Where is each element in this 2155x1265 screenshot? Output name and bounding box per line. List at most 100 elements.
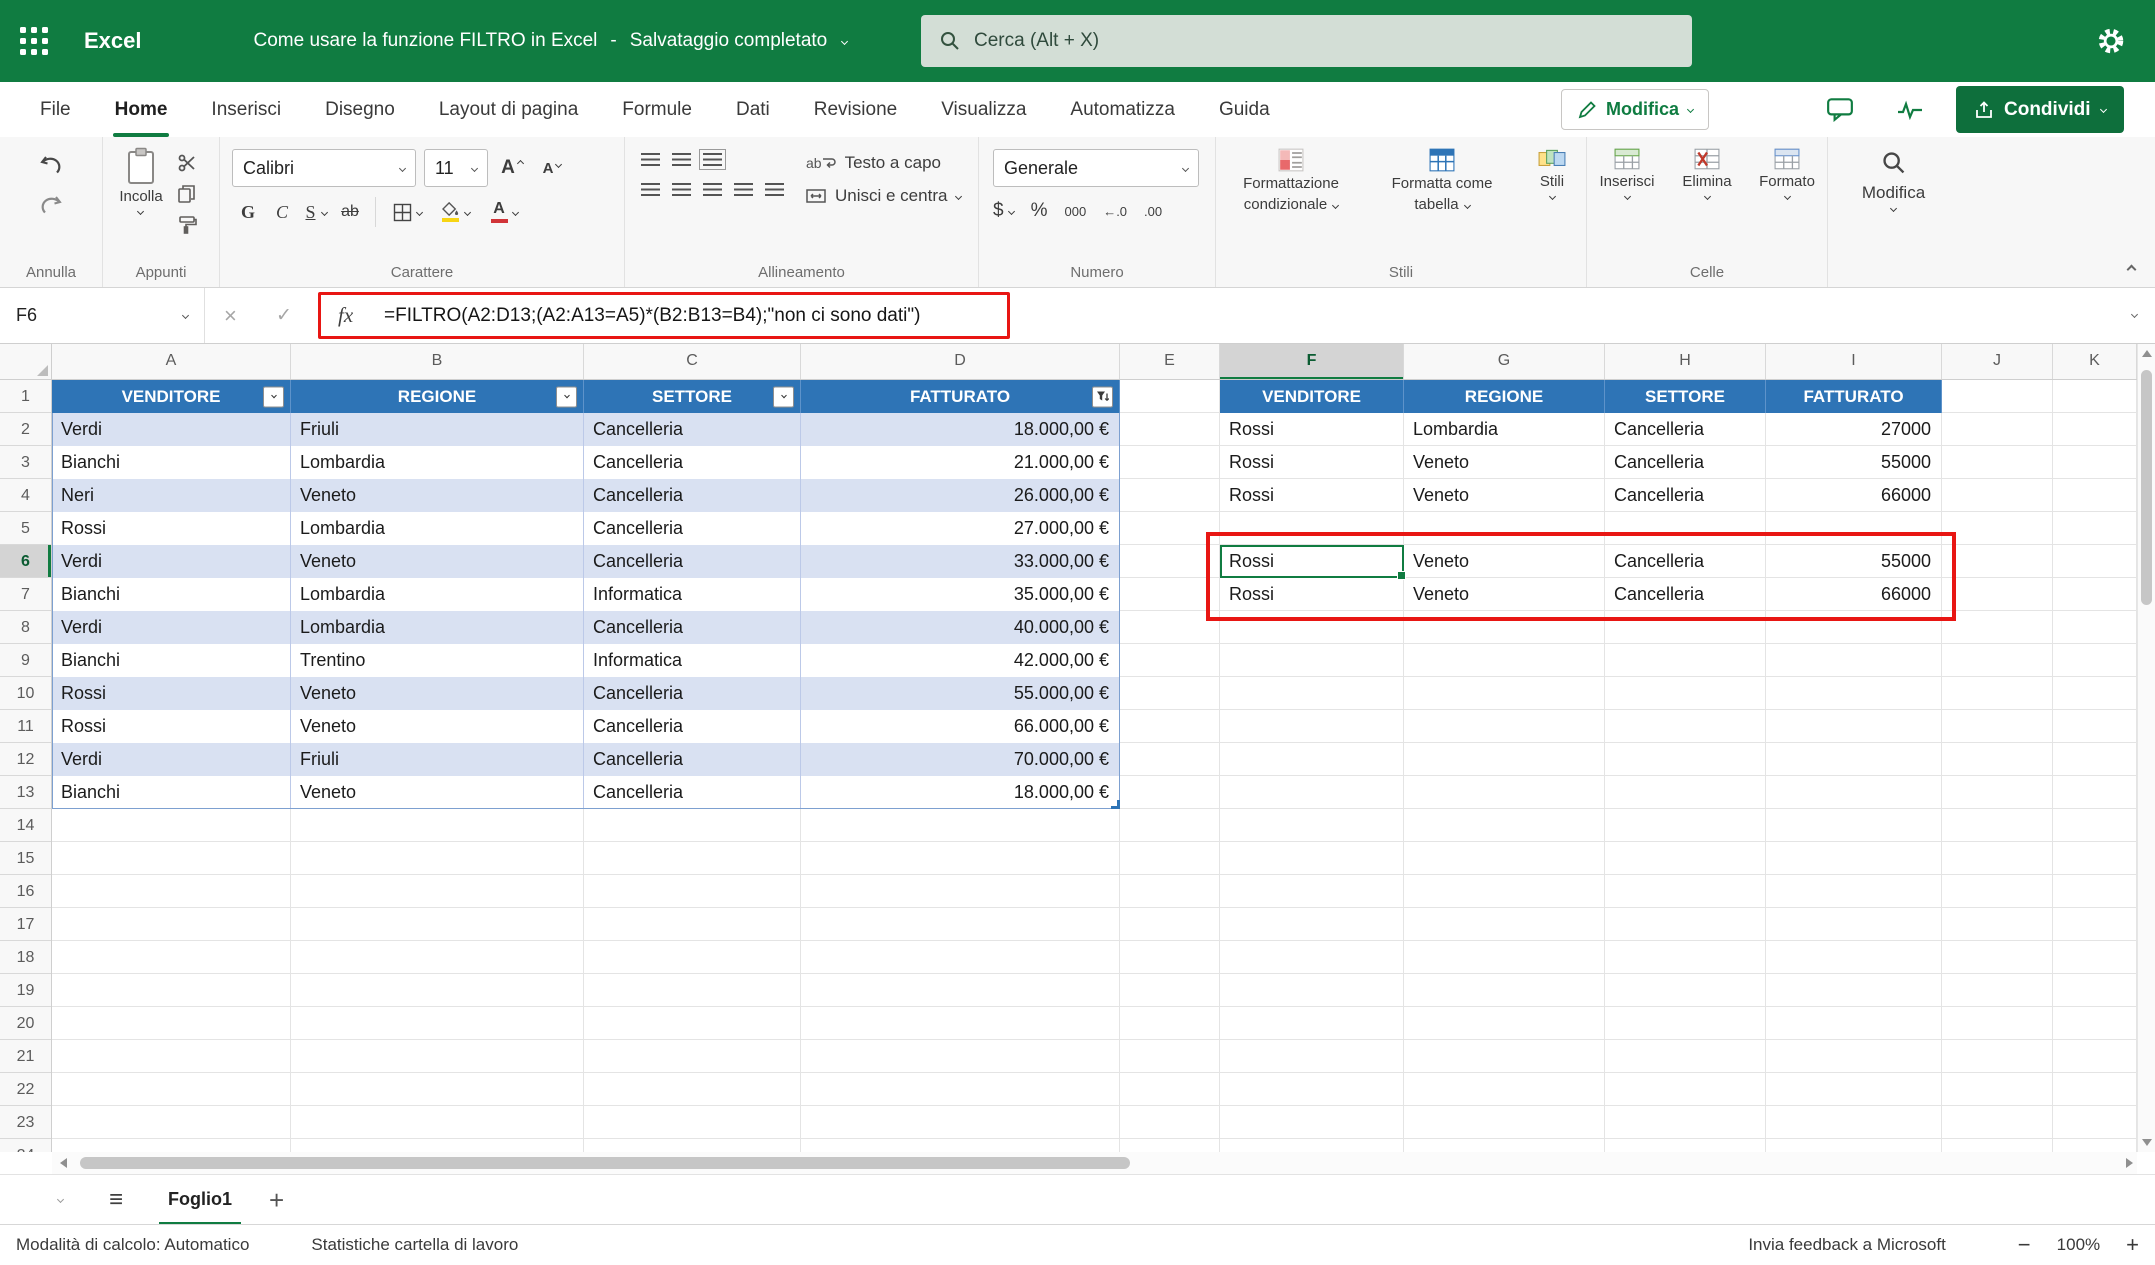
tab-visualizza[interactable]: Visualizza: [941, 82, 1026, 137]
currency-format-icon[interactable]: $: [993, 200, 1014, 222]
cell[interactable]: Neri: [52, 479, 291, 512]
cell[interactable]: Bianchi: [52, 776, 291, 809]
cell[interactable]: 21.000,00 €: [801, 446, 1120, 479]
editing-group-button[interactable]: Modifica: [1844, 150, 1944, 211]
cell[interactable]: Rossi: [52, 512, 291, 545]
filter-dropdown-icon[interactable]: [773, 386, 794, 407]
cell[interactable]: Verdi: [52, 743, 291, 776]
cell[interactable]: Cancelleria: [584, 479, 801, 512]
cell[interactable]: Lombardia: [1404, 413, 1605, 446]
tab-inserisci[interactable]: Inserisci: [211, 82, 281, 137]
cut-icon[interactable]: [171, 151, 203, 175]
cell[interactable]: Cancelleria: [584, 545, 801, 578]
column-header-I[interactable]: I: [1766, 344, 1942, 380]
activity-icon[interactable]: [1896, 100, 1924, 120]
row-header-14[interactable]: 14: [0, 809, 51, 842]
cell[interactable]: Bianchi: [52, 644, 291, 677]
row-header-8[interactable]: 8: [0, 611, 51, 644]
cell[interactable]: 18.000,00 €: [801, 776, 1120, 809]
align-center-icon[interactable]: [672, 183, 691, 196]
cell[interactable]: Rossi: [52, 710, 291, 743]
comma-format-icon[interactable]: 000: [1064, 204, 1086, 219]
cell[interactable]: Veneto: [291, 710, 584, 743]
increase-decimal-icon[interactable]: .00: [1144, 204, 1162, 219]
cell[interactable]: 66.000,00 €: [801, 710, 1120, 743]
row-header-24[interactable]: 24: [0, 1139, 51, 1152]
horizontal-scroll-thumb[interactable]: [80, 1157, 1130, 1169]
cell[interactable]: Bianchi: [52, 578, 291, 611]
column-header-J[interactable]: J: [1942, 344, 2053, 380]
row-header-1[interactable]: 1: [0, 380, 51, 413]
sheet-tab-foglio1[interactable]: Foglio1: [159, 1175, 241, 1225]
column-header-C[interactable]: C: [584, 344, 801, 380]
increase-font-size-icon[interactable]: A: [496, 152, 528, 184]
document-title[interactable]: Come usare la funzione FILTRO in Excel -…: [254, 30, 848, 52]
vertical-scrollbar[interactable]: [2137, 344, 2155, 1152]
format-cells-button[interactable]: Formato: [1750, 148, 1824, 199]
row-header-19[interactable]: 19: [0, 974, 51, 1007]
feedback-link[interactable]: Invia feedback a Microsoft: [1748, 1235, 1945, 1255]
column-header-F[interactable]: F: [1220, 344, 1404, 380]
cell[interactable]: 42.000,00 €: [801, 644, 1120, 677]
column-header-A[interactable]: A: [52, 344, 291, 380]
cell[interactable]: Informatica: [584, 644, 801, 677]
cell[interactable]: Rossi: [52, 677, 291, 710]
workbook-stats-button[interactable]: Statistiche cartella di lavoro: [311, 1235, 518, 1255]
cell[interactable]: 70.000,00 €: [801, 743, 1120, 776]
scroll-right-icon[interactable]: [2126, 1158, 2133, 1168]
collapse-ribbon-icon[interactable]: [2127, 265, 2137, 275]
row-header-16[interactable]: 16: [0, 875, 51, 908]
zoom-level[interactable]: 100%: [2057, 1235, 2100, 1255]
bold-button[interactable]: G: [232, 196, 264, 228]
cell[interactable]: Lombardia: [291, 578, 584, 611]
cell[interactable]: Veneto: [291, 545, 584, 578]
strikethrough-button[interactable]: ab: [334, 196, 366, 228]
align-top-icon[interactable]: [641, 153, 660, 166]
cell[interactable]: Cancelleria: [584, 413, 801, 446]
header-cell-venditore[interactable]: VENDITORE: [52, 380, 291, 413]
font-name-select[interactable]: Calibri: [232, 149, 416, 187]
cell-styles-button[interactable]: Stili: [1520, 148, 1584, 214]
cell[interactable]: Veneto: [1404, 545, 1605, 578]
cell[interactable]: Cancelleria: [1605, 479, 1766, 512]
italic-button[interactable]: C: [266, 196, 298, 228]
scroll-up-icon[interactable]: [2142, 350, 2152, 357]
row-header-5[interactable]: 5: [0, 512, 51, 545]
insert-cells-button[interactable]: Inserisci: [1590, 148, 1664, 199]
tab-automatizza[interactable]: Automatizza: [1070, 82, 1175, 137]
cell[interactable]: Friuli: [291, 413, 584, 446]
cell[interactable]: 40.000,00 €: [801, 611, 1120, 644]
all-sheets-menu-icon[interactable]: ≡: [109, 1188, 123, 1212]
copy-icon[interactable]: [171, 182, 203, 206]
tab-guida[interactable]: Guida: [1219, 82, 1270, 137]
scroll-left-icon[interactable]: [60, 1158, 67, 1168]
cell[interactable]: Rossi: [1220, 578, 1404, 611]
row-header-23[interactable]: 23: [0, 1106, 51, 1139]
add-sheet-button[interactable]: +: [269, 1187, 284, 1213]
filter-sort-icon[interactable]: [1092, 386, 1113, 407]
header-cell-regione[interactable]: REGIONE: [1404, 380, 1605, 413]
cell[interactable]: Friuli: [291, 743, 584, 776]
cell[interactable]: 55000: [1766, 446, 1942, 479]
cell[interactable]: 18.000,00 €: [801, 413, 1120, 446]
column-header-H[interactable]: H: [1605, 344, 1766, 380]
cell[interactable]: 35.000,00 €: [801, 578, 1120, 611]
cell[interactable]: 26.000,00 €: [801, 479, 1120, 512]
tab-layout-di-pagina[interactable]: Layout di pagina: [439, 82, 578, 137]
cell[interactable]: Cancelleria: [1605, 578, 1766, 611]
column-header-G[interactable]: G: [1404, 344, 1605, 380]
cell[interactable]: Verdi: [52, 611, 291, 644]
calc-mode-status[interactable]: Modalità di calcolo: Automatico: [16, 1235, 249, 1255]
cell[interactable]: 27000: [1766, 413, 1942, 446]
formula-input[interactable]: =FILTRO(A2:D13;(A2:A13=A5)*(B2:B13=B4);"…: [384, 288, 920, 343]
row-header-9[interactable]: 9: [0, 644, 51, 677]
percent-format-icon[interactable]: %: [1031, 200, 1048, 222]
cell[interactable]: Veneto: [1404, 446, 1605, 479]
cell[interactable]: 66000: [1766, 578, 1942, 611]
borders-button[interactable]: [385, 196, 429, 228]
header-cell-settore[interactable]: SETTORE: [584, 380, 801, 413]
delete-cells-button[interactable]: Elimina: [1670, 148, 1744, 199]
fill-color-button[interactable]: [431, 196, 479, 228]
cell[interactable]: Cancelleria: [1605, 545, 1766, 578]
header-cell-settore[interactable]: SETTORE: [1605, 380, 1766, 413]
